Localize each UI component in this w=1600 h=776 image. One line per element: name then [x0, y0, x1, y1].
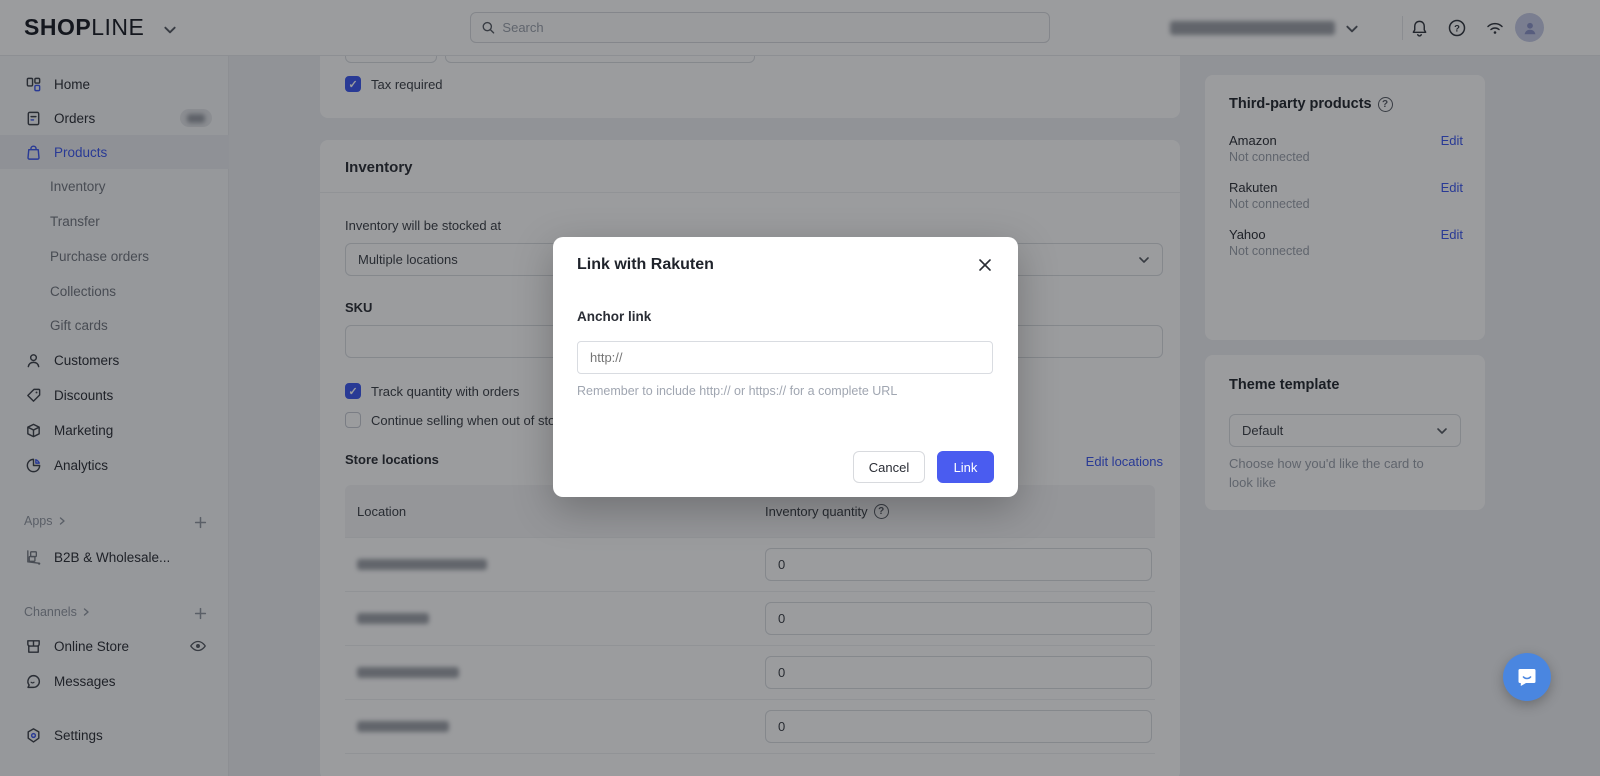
anchor-link-input[interactable]	[577, 341, 993, 374]
cancel-button[interactable]: Cancel	[853, 451, 925, 483]
shopline-admin-app: Tax required Inventory Inventory will be…	[0, 0, 1600, 776]
modal-title: Link with Rakuten	[577, 256, 714, 274]
chat-bubble-icon	[1515, 665, 1539, 689]
anchor-link-label: Anchor link	[577, 309, 651, 324]
close-icon	[977, 257, 993, 273]
modal-close-button[interactable]	[974, 254, 996, 276]
chat-widget-button[interactable]	[1503, 653, 1551, 701]
link-button[interactable]: Link	[937, 451, 994, 483]
anchor-link-helper: Remember to include http:// or https:// …	[577, 384, 897, 398]
link-with-rakuten-modal: Link with Rakuten Anchor link Remember t…	[553, 237, 1018, 497]
